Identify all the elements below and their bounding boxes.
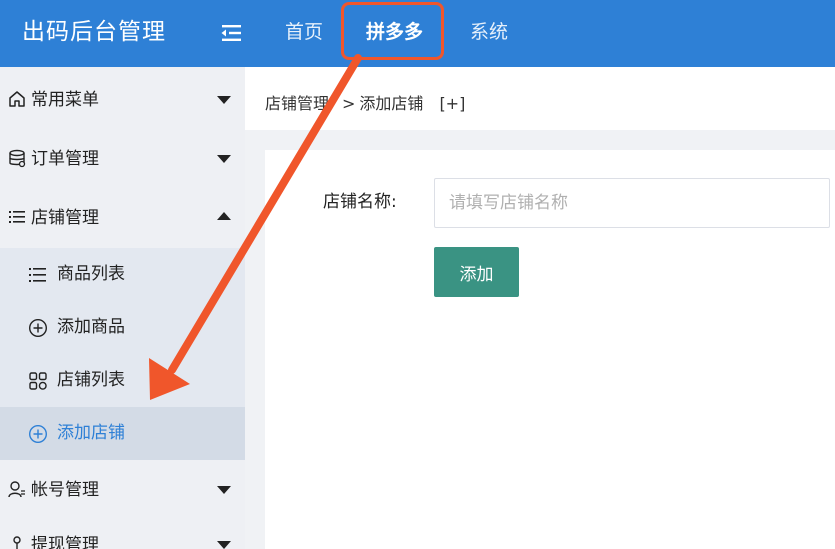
- topnav-system[interactable]: 系统: [464, 0, 514, 67]
- plus-circle-icon: [28, 424, 48, 444]
- sidebar-group-orders[interactable]: 订单管理: [0, 133, 245, 186]
- sidebar-group-accounts[interactable]: 帐号管理: [0, 464, 245, 517]
- sidebar-group-label: 店铺管理: [31, 208, 99, 228]
- sidebar-submenu-shops: 商品列表 添加商品 店铺列表 添加店铺: [0, 248, 245, 460]
- shop-name-input[interactable]: [434, 178, 830, 228]
- sidebar-item-add-shop[interactable]: 添加店铺: [0, 407, 245, 460]
- sidebar: 常用菜单 订单管理 店铺管理 商品列表 添加商品 店铺列表 添加店铺 帐号管理 …: [0, 67, 245, 549]
- breadcrumb: 店铺管理 > 添加店铺 [+]: [265, 67, 469, 140]
- main-content: 店铺名称: 添加: [265, 150, 835, 549]
- chevron-down-icon: [217, 486, 231, 494]
- chevron-down-icon: [217, 96, 231, 104]
- sidebar-group-label: 提现管理: [31, 535, 99, 549]
- sidebar-item-shop-list[interactable]: 店铺列表: [0, 354, 245, 407]
- breadcrumb-bar: 店铺管理 > 添加店铺 [+]: [245, 67, 835, 130]
- top-navbar: 出码后台管理 首页 拼多多 系统: [0, 0, 835, 67]
- home-icon: [8, 89, 26, 109]
- breadcrumb-separator: >: [342, 94, 356, 113]
- annotation-highlight-box: [341, 2, 444, 60]
- breadcrumb-current: 添加店铺: [359, 94, 424, 113]
- chevron-down-icon: [217, 541, 231, 549]
- sidebar-group-withdraw[interactable]: 提现管理: [0, 519, 245, 549]
- grid-icon: [28, 371, 48, 391]
- user-icon: [8, 479, 26, 499]
- database-icon: [8, 148, 26, 168]
- pin-icon: [8, 534, 26, 549]
- chevron-up-icon: [217, 212, 231, 220]
- list-icon: [8, 207, 26, 227]
- sidebar-group-label: 常用菜单: [31, 90, 99, 110]
- list-icon: [28, 265, 48, 285]
- topnav-home[interactable]: 首页: [279, 0, 329, 67]
- app-title: 出码后台管理: [22, 19, 166, 45]
- sidebar-collapse-icon[interactable]: [218, 20, 244, 46]
- add-shop-button[interactable]: 添加: [434, 247, 519, 297]
- sidebar-item-product-list[interactable]: 商品列表: [0, 248, 245, 301]
- shop-name-label: 店铺名称:: [323, 192, 397, 212]
- breadcrumb-add-tab[interactable]: [+]: [439, 94, 465, 113]
- chevron-down-icon: [217, 155, 231, 163]
- sidebar-item-label: 添加店铺: [57, 423, 125, 443]
- plus-circle-icon: [28, 318, 48, 338]
- sidebar-group-shops[interactable]: 店铺管理: [0, 192, 245, 245]
- sidebar-item-label: 店铺列表: [57, 370, 125, 390]
- sidebar-item-add-product[interactable]: 添加商品: [0, 301, 245, 354]
- sidebar-item-label: 商品列表: [57, 264, 125, 284]
- sidebar-group-label: 帐号管理: [31, 480, 99, 500]
- sidebar-item-label: 添加商品: [57, 317, 125, 337]
- sidebar-group-label: 订单管理: [31, 149, 99, 169]
- sidebar-group-common-menu[interactable]: 常用菜单: [0, 74, 245, 127]
- breadcrumb-parent[interactable]: 店铺管理: [265, 94, 329, 113]
